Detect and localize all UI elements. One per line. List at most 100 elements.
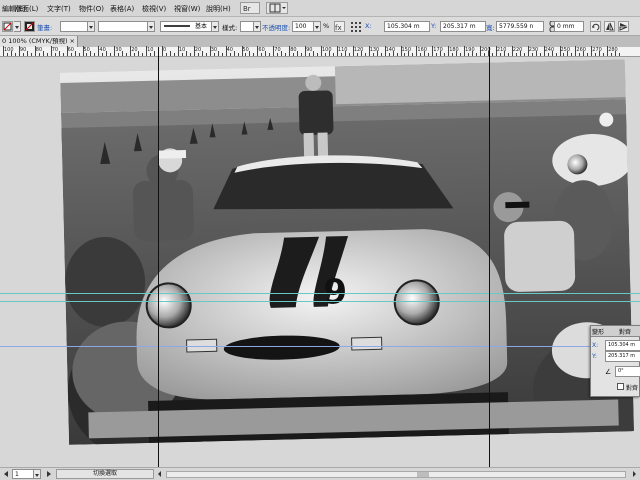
ruler-minor-tick	[491, 53, 493, 56]
ruler-minor-tick	[110, 53, 112, 56]
close-tab-icon[interactable]: ×	[70, 36, 75, 46]
horizontal-scrollbar[interactable]	[166, 471, 626, 478]
stroke-type-field[interactable]: 基本	[160, 21, 212, 32]
toggle-selection-label: 切換選取	[92, 470, 117, 477]
menu-object[interactable]: 物件(O)	[79, 4, 104, 14]
control-bar: 筆畫: 基本 樣式: 不透明度: 100 % fx X: 105.304 m Y…	[0, 17, 640, 36]
width-label: 寬:	[486, 24, 495, 32]
scroll-left-icon[interactable]	[156, 470, 164, 478]
ruler-minor-tick	[86, 53, 88, 56]
effects-button[interactable]: fx	[334, 21, 345, 32]
flip-vertical-icon	[619, 23, 628, 31]
ruler-minor-tick	[249, 51, 251, 56]
opacity-value: 100	[295, 23, 307, 30]
ruler-label: 100	[322, 47, 332, 53]
ruler-minor-tick	[571, 53, 573, 56]
ruler-minor-tick	[599, 51, 601, 56]
panel-tab-transform[interactable]: 變形	[592, 327, 604, 336]
stroke-label: 筆畫:	[37, 24, 53, 32]
ruler-minor-tick	[189, 53, 191, 56]
stroke-option-field[interactable]	[98, 21, 148, 32]
guide-horizontal-2[interactable]	[0, 301, 640, 302]
ruler-minor-tick	[6, 53, 8, 56]
menu-layout[interactable]: 版面(L)	[15, 4, 38, 14]
ruler-minor-tick	[142, 53, 144, 56]
ruler-minor-tick	[229, 53, 231, 56]
fx-icon: fx	[335, 24, 342, 32]
opacity-field[interactable]: 100	[292, 21, 314, 32]
reference-point-icon	[351, 22, 361, 32]
ruler-minor-tick	[70, 53, 72, 56]
page-number-field[interactable]: 1	[12, 469, 34, 479]
ruler-label: 190	[465, 47, 475, 53]
bridge-button[interactable]: Br	[240, 2, 260, 14]
menu-table[interactable]: 表格(A)	[110, 4, 134, 14]
arrange-documents-button[interactable]	[266, 2, 288, 14]
flip-vertical-button[interactable]	[618, 21, 629, 32]
menu-view[interactable]: 檢視(V)	[142, 4, 166, 14]
ruler-minor-tick	[185, 51, 187, 56]
x-position-field[interactable]: 105.304 m	[384, 21, 430, 32]
fill-color-button[interactable]	[2, 21, 13, 32]
svg-text:Br: Br	[243, 5, 251, 13]
style-dropdown[interactable]	[254, 21, 261, 32]
ruler-minor-tick	[78, 53, 80, 56]
ruler-minor-tick	[221, 53, 223, 56]
panel-y-field[interactable]: 205.317 m	[605, 351, 640, 362]
panel-angle-field[interactable]: 0°	[615, 366, 640, 377]
scroll-right-icon[interactable]	[630, 470, 638, 478]
ruler-minor-tick	[452, 53, 454, 56]
stroke-option-dropdown[interactable]	[148, 21, 155, 32]
guide-vertical-2[interactable]	[489, 47, 490, 470]
stroke-weight-dropdown[interactable]	[88, 21, 95, 32]
width-field[interactable]: 5779.559 n	[496, 21, 544, 32]
fill-dropdown[interactable]	[14, 21, 21, 32]
panel-align-checkbox[interactable]	[617, 383, 624, 390]
rotate-button[interactable]	[590, 21, 601, 32]
guide-horizontal-1[interactable]	[0, 293, 640, 294]
ruler-minor-tick	[392, 51, 394, 56]
guide-vertical-1[interactable]	[158, 47, 159, 470]
previous-page-icon[interactable]	[2, 470, 11, 478]
ruler-minor-tick	[531, 53, 533, 56]
page-number-dropdown[interactable]	[34, 469, 41, 479]
placed-photo-frame[interactable]: 9	[60, 59, 634, 445]
ruler-minor-tick	[436, 53, 438, 56]
stroke-weight-field[interactable]	[60, 21, 88, 32]
stroke-type-dropdown[interactable]	[212, 21, 219, 32]
toggle-selection-button[interactable]: 切換選取	[56, 469, 154, 479]
stroke-color-button[interactable]	[24, 21, 35, 32]
race-car-photo: 9	[60, 59, 634, 445]
ruler-minor-tick	[579, 53, 581, 56]
style-field[interactable]	[240, 21, 254, 32]
panel-tab-align[interactable]: 對齊	[619, 327, 631, 336]
ruler-minor-tick	[54, 53, 56, 56]
ruler-label: 230	[528, 47, 539, 53]
angle-icon: ∠	[605, 368, 612, 376]
horizontal-ruler[interactable]: 100 90 80 70 60 50 40 30 20 10 0 10 20 30 40 50 60 70 80 90…	[0, 46, 640, 57]
ruler-minor-tick	[547, 53, 549, 56]
menu-help[interactable]: 說明(H)	[206, 4, 231, 14]
menu-type[interactable]: 文字(T)	[47, 4, 71, 14]
ruler-minor-tick	[233, 51, 235, 56]
opacity-dropdown[interactable]	[314, 21, 321, 32]
ruler-minor-tick	[38, 53, 40, 56]
next-page-icon[interactable]	[44, 470, 53, 478]
scrollbar-thumb[interactable]	[417, 472, 429, 477]
ruler-minor-tick	[169, 51, 171, 56]
ruler-minor-tick	[483, 53, 485, 56]
ruler-label: 260	[576, 47, 586, 53]
ruler-label: 220	[512, 47, 523, 53]
menu-window[interactable]: 視窗(W)	[174, 4, 200, 14]
ruler-minor-tick	[154, 51, 156, 56]
ruler-minor-tick	[74, 51, 76, 56]
ruler-minor-tick	[22, 53, 24, 56]
flip-horizontal-button[interactable]	[604, 21, 615, 32]
panel-x-label: X:	[592, 342, 599, 349]
reference-point-button[interactable]	[350, 21, 361, 32]
panel-x-field[interactable]: 105.304 m	[605, 340, 640, 351]
ruler-minor-tick	[515, 53, 517, 56]
guide-horizontal-3[interactable]	[0, 346, 640, 347]
height-field[interactable]: 0 mm	[554, 21, 584, 32]
y-position-field[interactable]: 205.317 m	[440, 21, 486, 32]
